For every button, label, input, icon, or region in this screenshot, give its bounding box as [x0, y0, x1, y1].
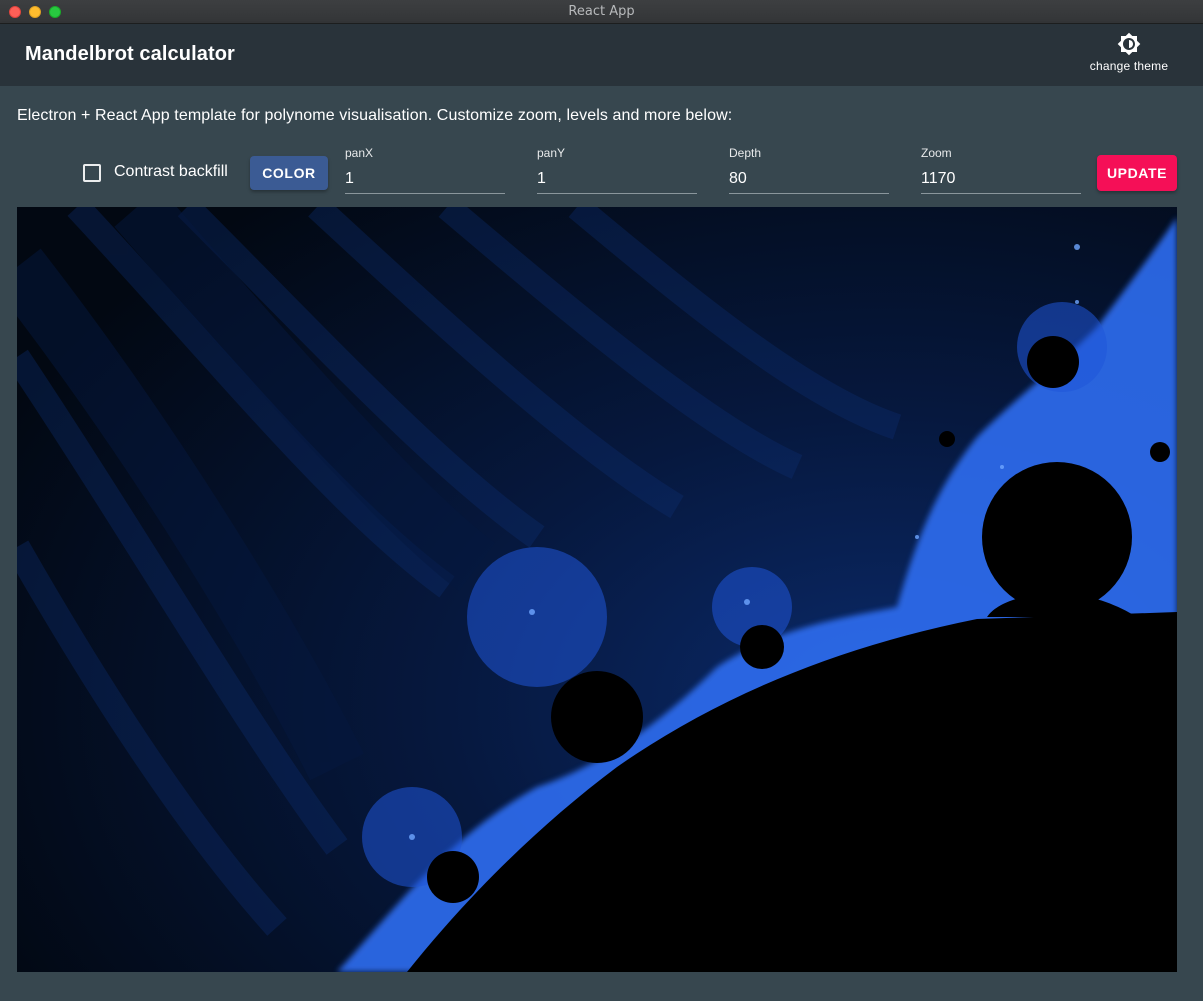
- color-button[interactable]: COLOR: [250, 156, 328, 190]
- zoom-input[interactable]: 1170: [921, 168, 1081, 194]
- window-titlebar: React App: [0, 0, 1203, 24]
- depth-input[interactable]: 80: [729, 168, 889, 194]
- mandelbrot-canvas[interactable]: [17, 207, 1177, 972]
- depth-field[interactable]: Depth 80: [729, 146, 889, 194]
- update-button[interactable]: UPDATE: [1097, 155, 1177, 191]
- panx-field[interactable]: panX 1: [345, 146, 505, 194]
- app-description: Electron + React App template for polyno…: [17, 107, 733, 124]
- brightness-icon: [1117, 32, 1141, 56]
- panx-input[interactable]: 1: [345, 168, 505, 194]
- zoom-label: Zoom: [921, 146, 952, 160]
- main-content: Electron + React App template for polyno…: [0, 86, 1203, 1001]
- pany-label: panY: [537, 146, 566, 160]
- depth-label: Depth: [729, 146, 762, 160]
- pany-field[interactable]: panY 1: [537, 146, 697, 194]
- change-theme-label: change theme: [1089, 59, 1169, 73]
- app-bar: Mandelbrot calculator change theme: [0, 24, 1203, 86]
- pany-input[interactable]: 1: [537, 168, 697, 194]
- panx-label: panX: [345, 146, 374, 160]
- window-title: React App: [568, 4, 635, 19]
- fractal-image: [17, 207, 1177, 972]
- zoom-field[interactable]: Zoom 1170: [921, 146, 1081, 194]
- contrast-backfill-checkbox[interactable]: [83, 164, 101, 182]
- app-title: Mandelbrot calculator: [25, 43, 235, 65]
- contrast-backfill-label: Contrast backfill: [114, 163, 228, 180]
- change-theme-button[interactable]: change theme: [1084, 30, 1174, 82]
